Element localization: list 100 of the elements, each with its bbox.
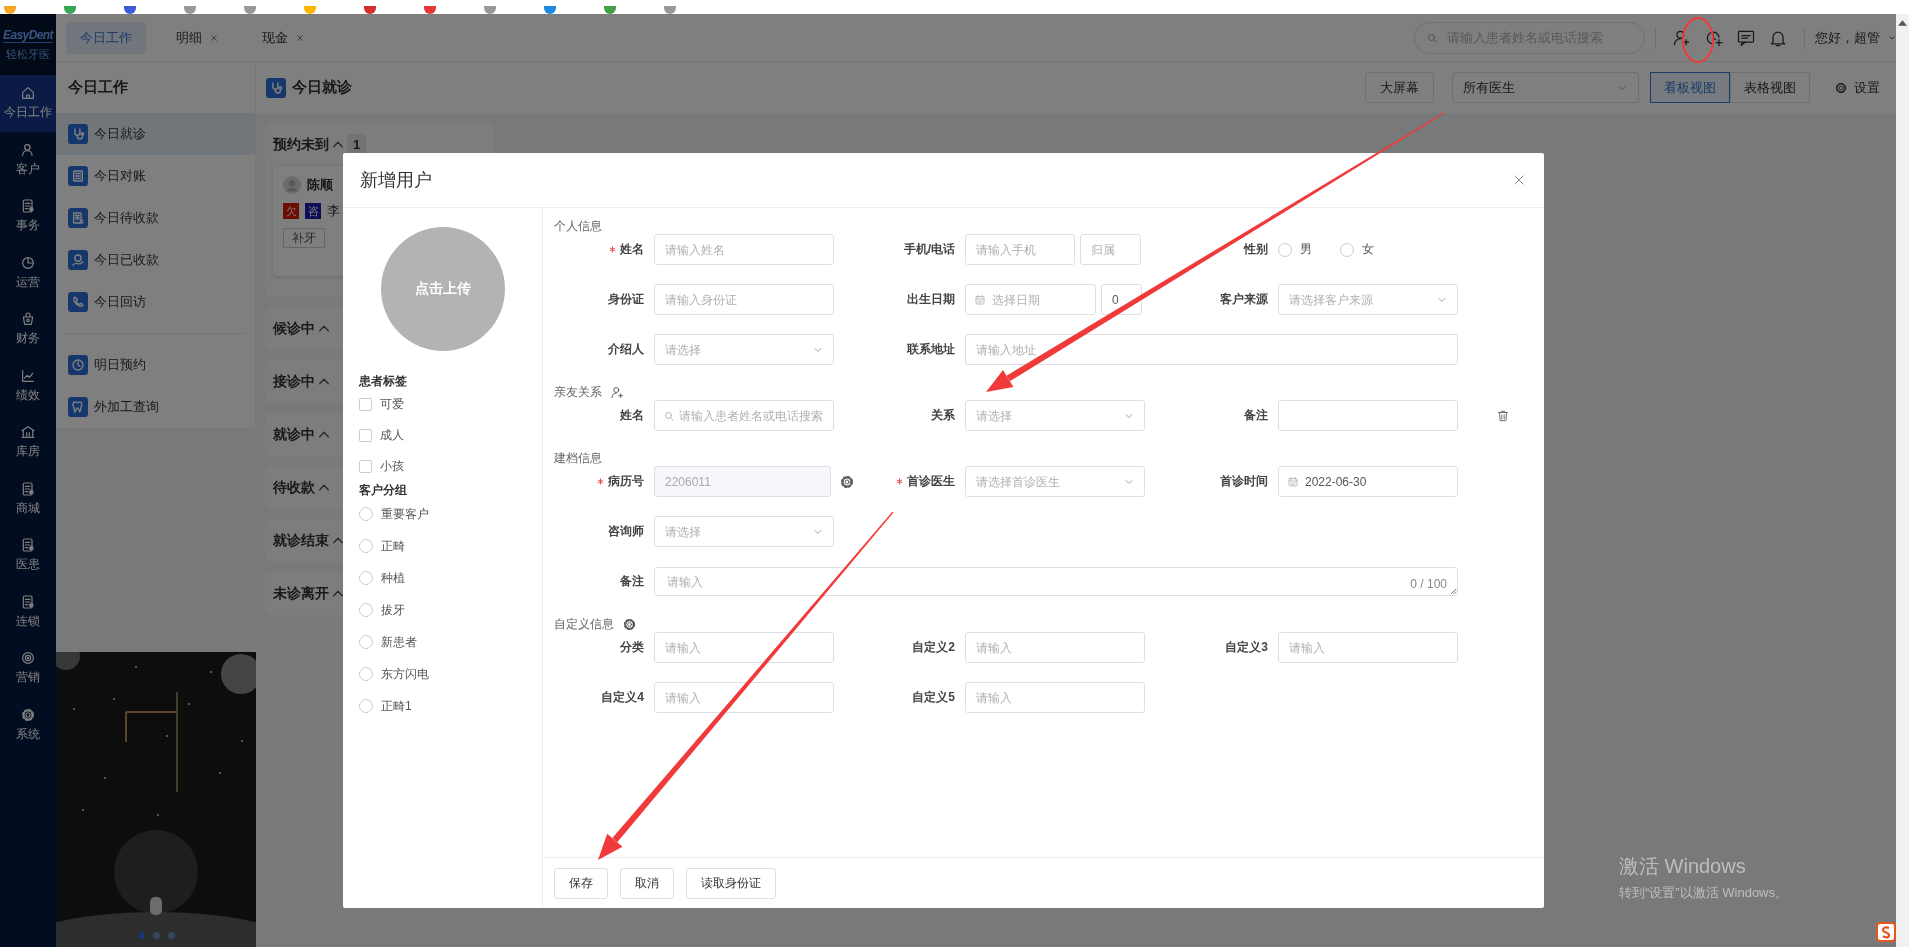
nav-item[interactable]: 系统 xyxy=(0,696,56,753)
select-field[interactable]: 请选择首诊医生 xyxy=(965,466,1145,497)
close-icon[interactable] xyxy=(1512,173,1526,187)
settings-link[interactable]: 设置 xyxy=(1854,78,1880,97)
annotation-ellipse xyxy=(1682,17,1714,63)
carousel-dot[interactable] xyxy=(167,932,175,939)
nav-item[interactable]: 财务 xyxy=(0,301,56,358)
radio-button[interactable] xyxy=(359,667,373,681)
radio-button[interactable] xyxy=(359,571,373,585)
input-field[interactable]: 请输入姓名 xyxy=(654,234,834,265)
checkbox[interactable] xyxy=(359,460,372,473)
bookmark-icon[interactable] xyxy=(424,6,436,14)
date-field[interactable]: 2022-06-30 xyxy=(1278,466,1458,497)
tab[interactable]: 现金 xyxy=(248,21,318,54)
carousel-dot[interactable] xyxy=(152,932,160,939)
page-title: 今日就诊 xyxy=(292,78,352,97)
phone-field[interactable]: 请输入手机 xyxy=(965,234,1075,265)
sidebar-item[interactable]: 今日对账 xyxy=(56,155,255,197)
radio-button[interactable] xyxy=(359,507,373,521)
lane-title: 待收款 xyxy=(273,478,315,497)
sidebar-item[interactable]: 外加工查询 xyxy=(56,386,255,428)
save-button[interactable]: 保存 xyxy=(554,867,608,899)
nav-item[interactable]: 今日工作 xyxy=(0,75,56,132)
radio-button[interactable] xyxy=(1278,242,1292,257)
checkbox[interactable] xyxy=(359,398,372,411)
user-greeting[interactable]: 您好，超管 xyxy=(1815,28,1880,47)
view-toggle[interactable]: 看板视图 xyxy=(1650,72,1730,103)
scroll-up-icon[interactable] xyxy=(1898,20,1907,26)
add-user-icon[interactable] xyxy=(610,384,625,400)
input-field[interactable]: 请输入 xyxy=(965,632,1145,663)
section-title: 个人信息 xyxy=(554,217,602,235)
bookmark-icon[interactable] xyxy=(364,6,376,14)
input-field[interactable]: 请输入身份证 xyxy=(654,284,834,315)
nav-label: 系统 xyxy=(16,725,40,743)
select-field[interactable]: 请选择 xyxy=(965,400,1145,431)
select-field[interactable]: 请选择 xyxy=(654,516,834,547)
document-icon xyxy=(20,593,36,610)
bookmark-icon[interactable] xyxy=(544,6,556,14)
bookmark-icon[interactable] xyxy=(244,6,256,14)
bookmark-icon[interactable] xyxy=(484,6,496,14)
nav-item[interactable]: 商城 xyxy=(0,470,56,527)
input-field[interactable]: 请输入 xyxy=(1278,632,1458,663)
delete-icon[interactable] xyxy=(1496,408,1510,423)
field-label: 性别 xyxy=(1244,241,1268,258)
radio-button[interactable] xyxy=(359,699,373,713)
radio-label: 女 xyxy=(1362,241,1374,258)
nav-label: 运营 xyxy=(16,273,40,291)
nav-item[interactable]: 连锁 xyxy=(0,583,56,640)
input-field[interactable]: 请输入 xyxy=(654,682,834,713)
radio-button[interactable] xyxy=(359,635,373,649)
activation-title: 激活 Windows xyxy=(1619,854,1747,879)
doctor-select[interactable]: 所有医生 xyxy=(1452,72,1639,103)
brand-name: EasyDent xyxy=(3,27,53,43)
cancel-button[interactable]: 取消 xyxy=(620,867,674,899)
tab[interactable]: 明细 xyxy=(162,21,232,54)
carousel-dot[interactable] xyxy=(137,932,145,939)
radio-button[interactable] xyxy=(359,603,373,617)
input-field[interactable]: 请输入 xyxy=(654,632,834,663)
scrollbar[interactable] xyxy=(1896,14,1909,947)
checkbox[interactable] xyxy=(359,429,372,442)
bookmark-icon[interactable] xyxy=(124,6,136,14)
nav-item[interactable]: 库房 xyxy=(0,414,56,471)
big-screen-button[interactable]: 大屏幕 xyxy=(1365,72,1434,103)
nav-item[interactable]: 运营 xyxy=(0,244,56,301)
read-id-card-button[interactable]: 读取身份证 xyxy=(686,867,776,899)
nav-item[interactable]: 事务 xyxy=(0,188,56,245)
sidebar-item[interactable]: 今日已收款 xyxy=(56,239,255,281)
sidebar-item[interactable]: 今日回访 xyxy=(56,281,255,323)
view-toggle[interactable]: 表格视图 xyxy=(1730,72,1810,103)
sidebar-item[interactable]: 今日就诊 xyxy=(56,113,255,155)
radio-button[interactable] xyxy=(359,539,373,553)
tab[interactable]: 今日工作 xyxy=(66,21,146,54)
bookmark-icon[interactable] xyxy=(604,6,616,14)
resize-handle-icon[interactable] xyxy=(1450,588,1457,595)
sidebar-item[interactable]: 明日预约 xyxy=(56,344,255,386)
select-field[interactable]: 请选择客户来源 xyxy=(1278,284,1458,315)
bookmark-icon[interactable] xyxy=(64,6,76,14)
select-field[interactable]: 请选择 xyxy=(654,334,834,365)
bookmark-icon[interactable] xyxy=(664,6,676,14)
input-field[interactable]: 请输入 xyxy=(965,682,1145,713)
region-field[interactable]: 归属 xyxy=(1080,234,1141,265)
nav-item[interactable]: 客户 xyxy=(0,131,56,188)
nav-item[interactable]: 营销 xyxy=(0,640,56,697)
radio-label: 正畸1 xyxy=(381,697,412,715)
nav-item[interactable]: 绩效 xyxy=(0,357,56,414)
input-method-icon[interactable] xyxy=(1876,922,1896,942)
input-field[interactable]: 请输入地址 xyxy=(965,334,1458,365)
nav-item[interactable]: 医患 xyxy=(0,527,56,584)
nav-label: 营销 xyxy=(16,669,40,687)
input-field[interactable] xyxy=(1278,400,1458,431)
section-title: 建档信息 xyxy=(554,449,602,467)
radio-button[interactable] xyxy=(1340,242,1354,257)
bookmark-icon[interactable] xyxy=(184,6,196,14)
bag-icon xyxy=(20,311,36,328)
treatment-button[interactable]: 补牙 xyxy=(283,228,325,248)
sidebar-title: 今日工作 xyxy=(67,77,129,97)
settings-icon[interactable] xyxy=(622,616,637,632)
date-field[interactable]: 选择日期 xyxy=(965,284,1096,315)
search-field[interactable]: 请输入患者姓名或电话搜索 xyxy=(654,400,834,431)
sidebar-item[interactable]: 今日待收款 xyxy=(56,197,255,239)
